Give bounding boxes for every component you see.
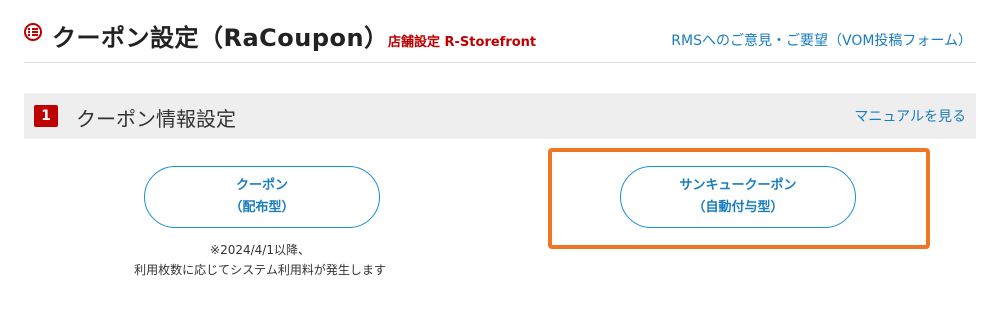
button-label-line1: サンキュークーポン (679, 178, 797, 193)
fee-note: ※2024/4/1以降、 利用枚数に応じてシステム利用料が発生します (100, 240, 420, 280)
feedback-link[interactable]: RMSへのご意見・ご要望（VOM投稿フォーム） (671, 30, 972, 50)
note-line1: ※2024/4/1以降、 (210, 243, 310, 257)
list-circle-icon (24, 23, 42, 41)
store-label: 店舗設定 R-Storefront (388, 35, 537, 50)
button-label-line2: （自動付与型） (692, 200, 784, 215)
step-badge: 1 (34, 105, 58, 127)
section-header: 1 クーポン情報設定 マニュアルを見る (24, 93, 976, 139)
coupon-distribution-button[interactable]: クーポン （配布型） (144, 166, 380, 228)
page-header: クーポン設定（RaCoupon） 店舗設定 R-Storefront RMSへの… (24, 16, 976, 63)
button-label-line2: （配布型） (229, 200, 295, 215)
button-label-line1: クーポン (235, 178, 288, 193)
thank-you-coupon-button[interactable]: サンキュークーポン （自動付与型） (620, 166, 856, 228)
section-title: クーポン情報設定 (76, 107, 236, 131)
manual-link[interactable]: マニュアルを見る (854, 106, 966, 126)
note-line2: 利用枚数に応じてシステム利用料が発生します (134, 263, 386, 277)
page-title: クーポン設定（RaCoupon） (52, 24, 389, 52)
